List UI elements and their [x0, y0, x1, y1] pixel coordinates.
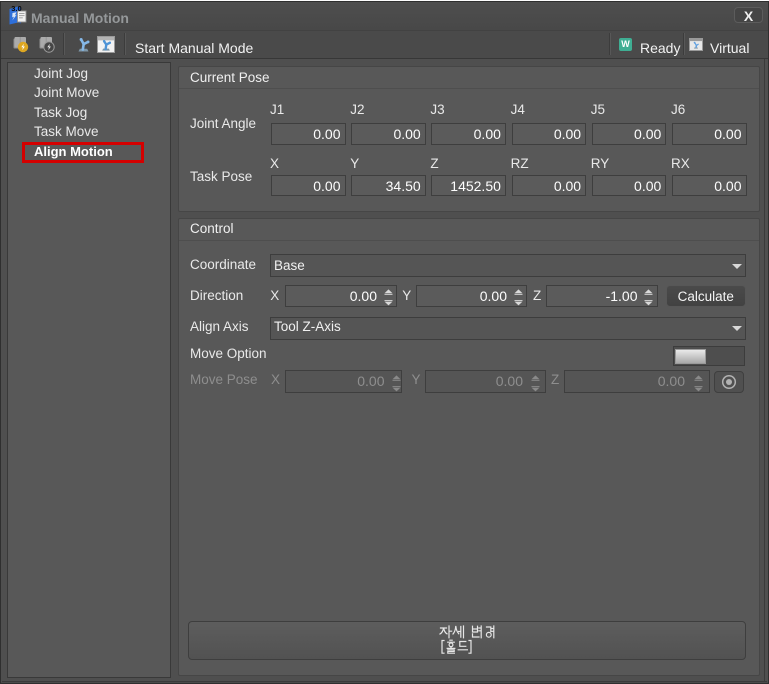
- svg-text:3.0: 3.0: [11, 4, 21, 13]
